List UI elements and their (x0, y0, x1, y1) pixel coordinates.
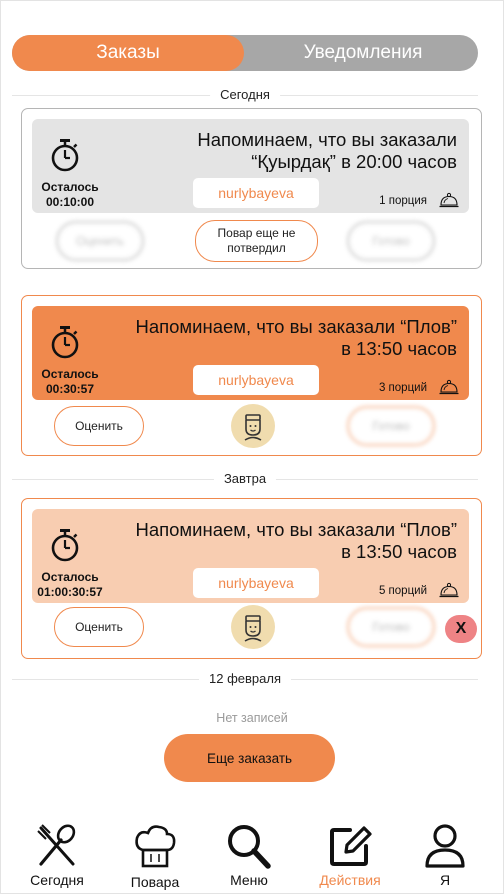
tab-orders[interactable]: Заказы (12, 35, 244, 71)
remaining-label: Осталось (41, 570, 99, 584)
section-label: Сегодня (210, 87, 280, 102)
order-card: Осталось 01:00:30:57 Напоминаем, что вы … (21, 498, 482, 659)
reminder-message: Напоминаем, что вы заказали “Плов” в 13:… (97, 316, 457, 360)
nav-label-cooks: Повара (130, 874, 180, 890)
search-icon (228, 825, 271, 869)
nav-item-menu[interactable]: Меню (204, 812, 294, 894)
chef-icon (244, 615, 262, 642)
rate-button[interactable]: Оценить (54, 607, 144, 647)
rate-button[interactable]: Оценить (56, 221, 144, 261)
rate-button[interactable]: Оценить (54, 406, 144, 446)
cook-avatar[interactable] (231, 404, 275, 448)
reminder-message: Напоминаем, что вы заказали “Қуырдақ” в … (117, 129, 457, 173)
cloche-icon (439, 582, 459, 598)
empty-state-text: Нет записей (216, 711, 288, 725)
reminder-line-1: Напоминаем, что вы заказали (197, 129, 457, 150)
order-card: Осталось 00:10:00 Напоминаем, что вы зак… (21, 108, 482, 269)
portion-count: 5 порций (378, 585, 427, 597)
stopwatch-icon (51, 139, 79, 172)
cook-avatar[interactable] (231, 605, 275, 649)
remaining-label: Осталось (41, 367, 99, 381)
order-card-header: Осталось 00:30:57 Напоминаем, что вы зак… (32, 306, 469, 400)
reminder-line-2: в 13:50 часов (341, 541, 457, 562)
stopwatch-icon (51, 529, 79, 562)
cloche-icon (439, 379, 459, 395)
portion-count: 3 порций (378, 382, 427, 394)
order-card-header: Осталось 01:00:30:57 Напоминаем, что вы … (32, 509, 469, 603)
nav-label-me: Я (439, 872, 451, 888)
remaining-time: 00:30:57 (45, 382, 95, 396)
chef-hat-icon (135, 825, 176, 868)
ready-button[interactable]: Готово (347, 221, 435, 261)
nav-label-menu: Меню (230, 872, 268, 888)
cook-username[interactable]: nurlybayeva (193, 178, 319, 208)
remaining-time: 01:00:30:57 (37, 585, 103, 599)
chef-icon (244, 414, 262, 441)
stopwatch-icon (51, 326, 79, 359)
section-label: Завтра (213, 471, 277, 486)
section-divider-today: Сегодня (12, 87, 478, 102)
status-button[interactable]: Повар еще не потвердил (195, 220, 318, 262)
nav-item-actions[interactable]: Действия (305, 812, 395, 894)
nav-item-me[interactable]: Я (400, 812, 490, 894)
order-card: Осталось 00:30:57 Напоминаем, что вы зак… (21, 295, 482, 456)
remaining-label: Осталось (41, 180, 99, 194)
tab-notifications[interactable]: Уведомления (244, 35, 478, 71)
cancel-order-button[interactable]: X (445, 615, 477, 643)
section-label: 12 февраля (199, 671, 291, 686)
portion-count: 1 порция (379, 195, 427, 207)
edit-icon (330, 826, 372, 866)
reminder-line-1: Напоминаем, что вы заказали “Плов” (135, 316, 457, 337)
cloche-icon (439, 192, 459, 208)
cook-username[interactable]: nurlybayeva (193, 365, 319, 395)
section-divider-feb12: 12 февраля (12, 671, 478, 686)
user-icon (425, 824, 465, 868)
reminder-line-2: в 13:50 часов (341, 338, 457, 359)
nav-label-today: Сегодня (30, 872, 84, 888)
nav-label-actions: Действия (319, 872, 381, 888)
section-divider-tomorrow: Завтра (12, 471, 478, 486)
order-card-header: Осталось 00:10:00 Напоминаем, что вы зак… (32, 119, 469, 213)
ready-button[interactable]: Готово (347, 607, 435, 647)
nav-item-today[interactable]: Сегодня (12, 812, 102, 894)
order-more-button[interactable]: Еще заказать (164, 734, 335, 782)
reminder-message: Напоминаем, что вы заказали “Плов” в 13:… (97, 519, 457, 563)
cook-username[interactable]: nurlybayeva (193, 568, 319, 598)
remaining-time: 00:10:00 (45, 195, 95, 209)
bottom-nav: Сегодня Повара Меню Действия Я (0, 812, 504, 894)
tab-bar: Заказы Уведомления (12, 35, 478, 71)
ready-button[interactable]: Готово (347, 406, 435, 446)
reminder-line-1: Напоминаем, что вы заказали “Плов” (135, 519, 457, 540)
fork-spoon-icon (37, 824, 76, 866)
nav-item-cooks[interactable]: Повара (110, 812, 200, 894)
reminder-line-2: “Қуырдақ” в 20:00 часов (251, 151, 457, 172)
